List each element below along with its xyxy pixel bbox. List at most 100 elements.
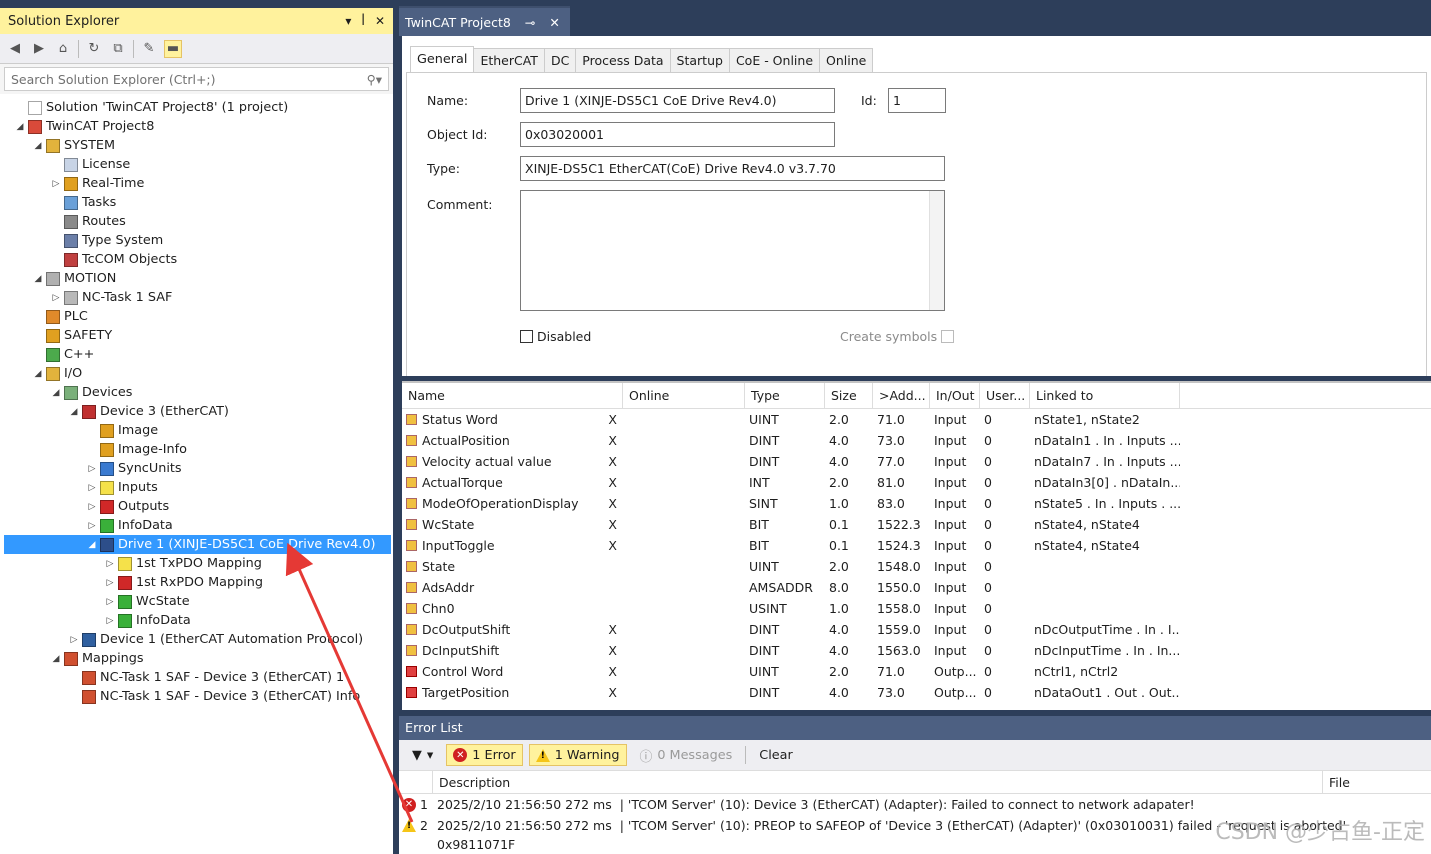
tree-item[interactable]: ▷ WcState: [0, 592, 393, 611]
comment-textarea[interactable]: [520, 190, 945, 311]
tree-item[interactable]: ◢ SYSTEM: [0, 136, 393, 155]
tree-item[interactable]: ▷ Device 1 (EtherCAT Automation Protocol): [0, 630, 393, 649]
tab-general[interactable]: General: [410, 46, 475, 72]
objectid-field[interactable]: 0x03020001: [520, 122, 835, 147]
tree-item[interactable]: ▷ 1st TxPDO Mapping: [0, 554, 393, 573]
expander-icon[interactable]: ◢: [50, 654, 62, 664]
tree-item[interactable]: ▷ Outputs: [0, 497, 393, 516]
tab-process-data[interactable]: Process Data: [575, 48, 671, 72]
expander-icon[interactable]: ▷: [86, 502, 98, 512]
tree-item[interactable]: ◢ Mappings: [0, 649, 393, 668]
warnings-toggle[interactable]: 1 Warning: [528, 744, 627, 766]
column-header[interactable]: Type: [745, 383, 825, 408]
filter-button[interactable]: ▼ ▾: [405, 744, 440, 766]
variable-row[interactable]: Status Word X UINT 2.0 71.0 Input 0 nState1, nS…: [402, 409, 1431, 430]
close-icon[interactable]: ✕: [375, 14, 385, 28]
tree-item[interactable]: SAFETY: [0, 326, 393, 345]
expander-icon[interactable]: ◢: [68, 407, 80, 417]
variable-row[interactable]: ActualTorque X INT 2.0 81.0 Input 0 nDataIn3[0]…: [402, 472, 1431, 493]
expander-icon[interactable]: ▷: [86, 483, 98, 493]
expander-icon[interactable]: ◢: [86, 540, 98, 550]
variable-row[interactable]: Control Word X UINT 2.0 71.0 Outp... 0 nCtrl1, …: [402, 661, 1431, 682]
create-symbols-row[interactable]: Create symbols: [840, 329, 955, 344]
tree-item[interactable]: TcCOM Objects: [0, 250, 393, 269]
expander-icon[interactable]: ▷: [104, 559, 116, 569]
tree-item[interactable]: NC-Task 1 SAF - Device 3 (EtherCAT) 1: [0, 668, 393, 687]
home-icon[interactable]: ⌂: [54, 40, 72, 58]
expander-icon[interactable]: ▷: [50, 293, 62, 303]
tree-item[interactable]: ▷ InfoData: [0, 611, 393, 630]
type-field[interactable]: XINJE-DS5C1 EtherCAT(CoE) Drive Rev4.0 v…: [520, 156, 945, 181]
expander-icon[interactable]: ▷: [104, 578, 116, 588]
expander-icon[interactable]: ▷: [86, 464, 98, 474]
tab-online[interactable]: Online: [819, 48, 874, 72]
variable-row[interactable]: WcState X BIT 0.1 1522.3 Input 0 nState4, nStat…: [402, 514, 1431, 535]
tree-item[interactable]: ◢ MOTION: [0, 269, 393, 288]
expander-icon[interactable]: ◢: [32, 141, 44, 151]
tab-startup[interactable]: Startup: [669, 48, 730, 72]
expander-icon[interactable]: ◢: [14, 122, 26, 132]
dropdown-icon[interactable]: ▾: [345, 14, 351, 28]
tree-item[interactable]: ▷ 1st RxPDO Mapping: [0, 573, 393, 592]
column-header[interactable]: Size: [825, 383, 873, 408]
tab-dc[interactable]: DC: [543, 48, 577, 72]
expander-icon[interactable]: ▷: [86, 521, 98, 531]
expander-icon[interactable]: ◢: [32, 369, 44, 379]
column-header[interactable]: >Add...: [873, 383, 930, 408]
variable-row[interactable]: DcInputShift X DINT 4.0 1563.0 Input 0 nDcInput…: [402, 640, 1431, 661]
tree-item[interactable]: Image-Info: [0, 440, 393, 459]
expander-icon[interactable]: ◢: [50, 388, 62, 398]
tab-ethercat[interactable]: EtherCAT: [473, 48, 545, 72]
column-header[interactable]: Online: [623, 383, 745, 408]
variable-row[interactable]: DcOutputShift X DINT 4.0 1559.0 Input 0 nDcOutp…: [402, 619, 1431, 640]
comment-scrollbar[interactable]: [929, 191, 944, 310]
back-icon[interactable]: ◀: [6, 40, 24, 58]
expander-icon[interactable]: ▷: [104, 616, 116, 626]
id-field[interactable]: 1: [888, 88, 946, 113]
tree-item[interactable]: ▷ NC-Task 1 SAF: [0, 288, 393, 307]
tree-item[interactable]: Tasks: [0, 193, 393, 212]
tree-item[interactable]: C++: [0, 345, 393, 364]
file-column-header[interactable]: File: [1323, 771, 1350, 793]
variable-row[interactable]: ActualPosition X DINT 4.0 73.0 Input 0 nDataIn1…: [402, 430, 1431, 451]
close-tab-icon[interactable]: ✕: [549, 15, 559, 30]
expander-icon[interactable]: ◢: [32, 274, 44, 284]
pin-icon[interactable]: ꟾ: [361, 14, 365, 28]
expander-icon[interactable]: ▷: [50, 179, 62, 189]
expander-icon[interactable]: ▷: [68, 635, 80, 645]
tree-item[interactable]: Solution 'TwinCAT Project8' (1 project): [0, 98, 393, 117]
tree-item[interactable]: ▷ Real-Time: [0, 174, 393, 193]
variable-row[interactable]: Chn0 USINT 1.0 1558.0 Input 0: [402, 598, 1431, 619]
history-icon[interactable]: ↻: [85, 40, 103, 58]
pin-icon[interactable]: ⊸: [525, 15, 535, 30]
create-symbols-checkbox[interactable]: [941, 330, 955, 343]
tree-item[interactable]: ▷ InfoData: [0, 516, 393, 535]
tab-coe-online[interactable]: CoE - Online: [728, 48, 821, 72]
name-field[interactable]: Drive 1 (XINJE-DS5C1 CoE Drive Rev4.0): [520, 88, 835, 113]
tree-item[interactable]: ◢ TwinCAT Project8: [0, 117, 393, 136]
errors-toggle[interactable]: ✕ 1 Error: [446, 744, 523, 766]
search-icon[interactable]: ⚲▾: [367, 72, 382, 87]
tree-item[interactable]: ◢ Device 3 (EtherCAT): [0, 402, 393, 421]
tree-item[interactable]: Type System: [0, 231, 393, 250]
properties-icon[interactable]: ✎: [140, 40, 158, 58]
error-row[interactable]: ✕ 1 2025/2/10 21:56:50 272 ms | 'TCOM Serve…: [399, 794, 1431, 815]
variable-row[interactable]: TargetPosition X DINT 4.0 73.0 Outp... 0 nDataO…: [402, 682, 1431, 703]
column-header[interactable]: Linked to: [1030, 383, 1180, 408]
tree-item[interactable]: NC-Task 1 SAF - Device 3 (EtherCAT) Info: [0, 687, 393, 706]
forward-icon[interactable]: ▶: [30, 40, 48, 58]
variable-row[interactable]: State UINT 2.0 1548.0 Input 0: [402, 556, 1431, 577]
sync-icon[interactable]: ⧉: [109, 40, 127, 58]
disabled-checkbox-row[interactable]: Disabled: [520, 329, 591, 344]
document-tab[interactable]: TwinCAT Project8 ⊸ ✕: [399, 6, 570, 36]
tree-item[interactable]: ◢ Devices: [0, 383, 393, 402]
tree-item[interactable]: License: [0, 155, 393, 174]
variable-row[interactable]: Velocity actual value X DINT 4.0 77.0 Input 0 n…: [402, 451, 1431, 472]
expander-icon[interactable]: ▷: [104, 597, 116, 607]
clear-button[interactable]: Clear: [752, 744, 799, 766]
variable-row[interactable]: ModeOfOperationDisplay X SINT 1.0 83.0 Input 0…: [402, 493, 1431, 514]
tree-item[interactable]: Image: [0, 421, 393, 440]
column-header[interactable]: In/Out: [930, 383, 980, 408]
tree-item[interactable]: Routes: [0, 212, 393, 231]
variable-row[interactable]: InputToggle X BIT 0.1 1524.3 Input 0 nState4, n…: [402, 535, 1431, 556]
